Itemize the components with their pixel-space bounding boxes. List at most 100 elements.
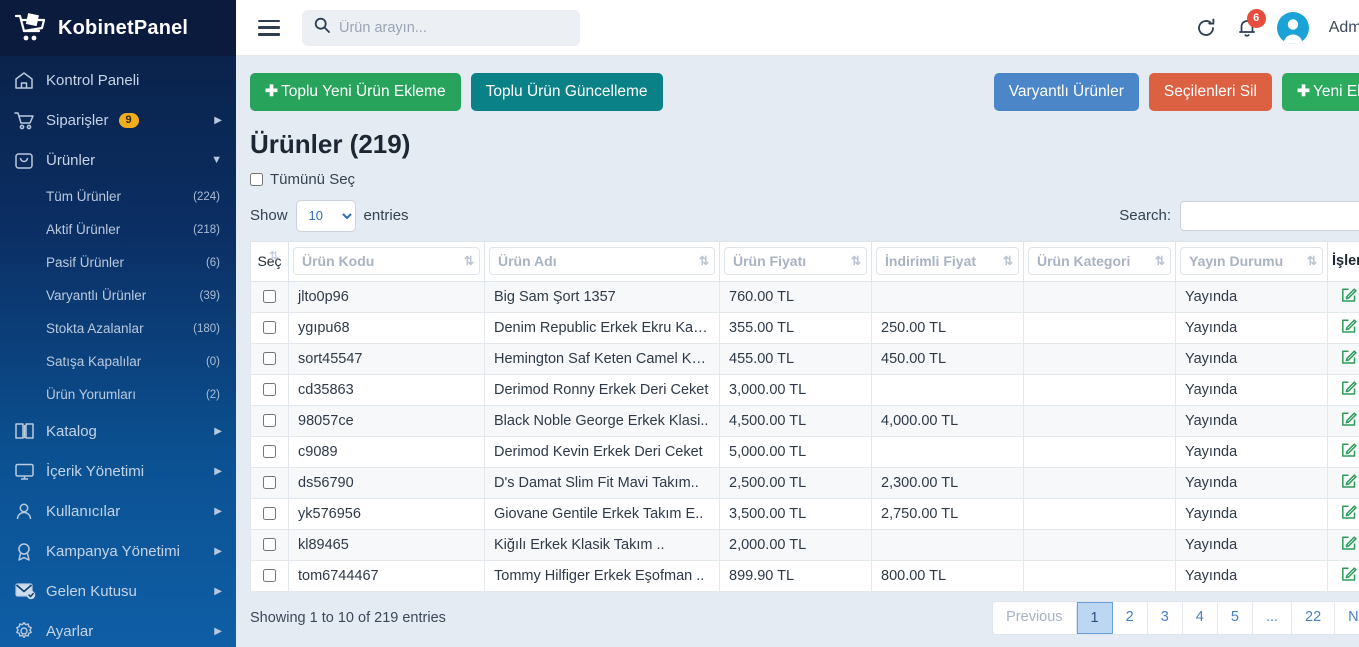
pagination-next[interactable]: Next [1335,601,1359,635]
new-add-button[interactable]: ✚Yeni Ekle [1281,73,1359,111]
pagination-page-4[interactable]: 4 [1182,601,1218,635]
sidebar-subitem-tum-urunler[interactable]: Tüm Ürünler (224) [0,180,236,213]
table-row[interactable]: sort45547 Hemington Saf Keten Camel Karg… [250,342,1359,375]
row-checkbox[interactable] [263,445,276,459]
user-avatar-icon[interactable] [1276,11,1309,44]
sidebar-item-kampanya-yonetimi[interactable]: Kampanya Yönetimi ▶ [0,531,236,571]
edit-icon[interactable] [1341,535,1357,555]
cell-name[interactable]: Big Sam Şort 1357 [484,280,720,313]
column-header-name[interactable]: Ürün Adı ⇅ [484,240,720,282]
row-select-cell[interactable] [250,311,289,344]
sort-icon[interactable]: ⇅ [269,250,279,262]
column-header-select[interactable]: Seç ⇅ [250,240,289,282]
edit-icon[interactable] [1341,411,1357,431]
sort-icon[interactable]: ⇅ [1155,255,1165,267]
edit-icon[interactable] [1341,566,1357,586]
row-select-cell[interactable] [250,466,289,499]
sidebar-item-kontrol-paneli[interactable]: Kontrol Paneli [0,60,236,100]
sidebar-item-icerik-yonetimi[interactable]: İçerik Yönetimi ▶ [0,451,236,491]
edit-icon[interactable] [1341,349,1357,369]
row-select-cell[interactable] [250,559,289,592]
row-checkbox[interactable] [263,414,276,428]
global-search[interactable] [302,9,580,46]
cell-name[interactable]: Denim Republic Erkek Ekru Karg.. [484,311,720,344]
sort-icon[interactable]: ⇅ [1003,255,1013,267]
edit-icon[interactable] [1341,287,1357,307]
column-header-code[interactable]: Ürün Kodu ⇅ [288,240,485,282]
row-checkbox[interactable] [263,352,276,366]
row-checkbox[interactable] [263,383,276,397]
pagination-page-3[interactable]: 3 [1147,601,1183,635]
row-checkbox[interactable] [263,290,276,304]
sidebar-item-gelen-kutusu[interactable]: Gelen Kutusu ▶ [0,571,236,611]
cell-name[interactable]: Kiğılı Erkek Klasik Takım .. [484,528,720,561]
hamburger-icon[interactable] [258,19,280,36]
table-row[interactable]: c9089 Derimod Kevin Erkek Deri Ceket 5,0… [250,435,1359,468]
page-size-select[interactable]: 10 25 50 100 [295,199,356,232]
select-all-checkbox[interactable] [250,172,263,186]
row-select-cell[interactable] [250,373,289,406]
table-row[interactable]: cd35863 Derimod Ronny Erkek Deri Ceket 3… [250,373,1359,406]
pagination-page-22[interactable]: 22 [1292,601,1336,635]
variant-products-button[interactable]: Varyantlı Ürünler [993,73,1139,111]
sidebar-subitem-urun-yorumlari[interactable]: Ürün Yorumları (2) [0,378,236,411]
bell-icon[interactable]: 6 [1237,8,1266,39]
pagination-previous[interactable]: Previous [993,601,1077,635]
edit-icon[interactable] [1341,380,1357,400]
pagination-page-1[interactable]: 1 [1076,601,1113,635]
sidebar-subitem-aktif-urunler[interactable]: Aktif Ürünler (218) [0,213,236,246]
cell-name[interactable]: Giovane Gentile Erkek Takım E.. [484,497,720,530]
sidebar-item-kullanicilar[interactable]: Kullanıcılar ▶ [0,491,236,531]
sidebar-item-urunler[interactable]: Ürünler ▼ [0,140,236,180]
sidebar-item-katalog[interactable]: Katalog ▶ [0,411,236,451]
select-all-row[interactable]: Tümünü Seç [250,171,1359,188]
column-header-category[interactable]: Ürün Kategori ⇅ [1023,240,1176,282]
pagination-page-5[interactable]: 5 [1217,601,1253,635]
row-checkbox[interactable] [263,476,276,490]
sort-icon[interactable]: ⇅ [464,255,474,267]
sidebar-item-ayarlar[interactable]: Ayarlar ▶ [0,611,236,647]
sort-icon[interactable]: ⇅ [1307,255,1317,267]
pagination-page-2[interactable]: 2 [1112,601,1148,635]
row-checkbox[interactable] [263,538,276,552]
edit-icon[interactable] [1341,504,1357,524]
row-select-cell[interactable] [250,435,289,468]
refresh-icon[interactable] [1195,17,1217,39]
row-select-cell[interactable] [250,528,289,561]
edit-icon[interactable] [1341,473,1357,493]
brand-header[interactable]: KobinetPanel [0,0,236,56]
table-row[interactable]: tom6744467 Tommy Hilfiger Erkek Eşofman … [250,559,1359,592]
column-header-discount[interactable]: İndirimli Fiyat ⇅ [871,240,1024,282]
bulk-add-button[interactable]: ✚ Toplu Yeni Ürün Ekleme [250,73,461,111]
edit-icon[interactable] [1341,318,1357,338]
sidebar-subitem-varyantli-urunler[interactable]: Varyantlı Ürünler (39) [0,279,236,312]
edit-icon[interactable] [1341,442,1357,462]
row-select-cell[interactable] [250,404,289,437]
cell-name[interactable]: D's Damat Slim Fit Mavi Takım.. [484,466,720,499]
sort-icon[interactable]: ⇅ [699,255,709,267]
row-checkbox[interactable] [263,321,276,335]
bulk-update-button[interactable]: Toplu Ürün Güncelleme [470,73,663,111]
table-row[interactable]: ds56790 D's Damat Slim Fit Mavi Takım.. … [250,466,1359,499]
sidebar-subitem-satisa-kapalilar[interactable]: Satışa Kapalılar (0) [0,345,236,378]
row-checkbox[interactable] [263,507,276,521]
cell-name[interactable]: Black Noble George Erkek Klasi.. [484,404,720,437]
cell-name[interactable]: Derimod Ronny Erkek Deri Ceket [484,373,720,406]
column-header-status[interactable]: Yayın Durumu ⇅ [1175,240,1328,282]
table-row[interactable]: ygıpu68 Denim Republic Erkek Ekru Karg..… [250,311,1359,344]
row-select-cell[interactable] [250,342,289,375]
row-select-cell[interactable] [250,497,289,530]
row-checkbox[interactable] [263,569,276,583]
sidebar-subitem-pasif-urunler[interactable]: Pasif Ürünler (6) [0,246,236,279]
cell-name[interactable]: Tommy Hilfiger Erkek Eşofman .. [484,559,720,592]
search-input[interactable] [339,19,568,36]
row-select-cell[interactable] [250,280,289,313]
user-menu[interactable]: Admin ▼ [1329,19,1359,37]
table-row[interactable]: jlto0p96 Big Sam Şort 1357 760.00 TL Yay… [250,280,1359,313]
cell-name[interactable]: Derimod Kevin Erkek Deri Ceket [484,435,720,468]
table-row[interactable]: yk576956 Giovane Gentile Erkek Takım E..… [250,497,1359,530]
column-header-actions[interactable]: İşlemler ⇅ [1327,240,1359,282]
delete-selected-button[interactable]: Seçilenleri Sil [1148,73,1272,111]
sidebar-item-siparisler[interactable]: Siparişler 9 ▶ [0,100,236,140]
sort-icon[interactable]: ⇅ [851,255,861,267]
